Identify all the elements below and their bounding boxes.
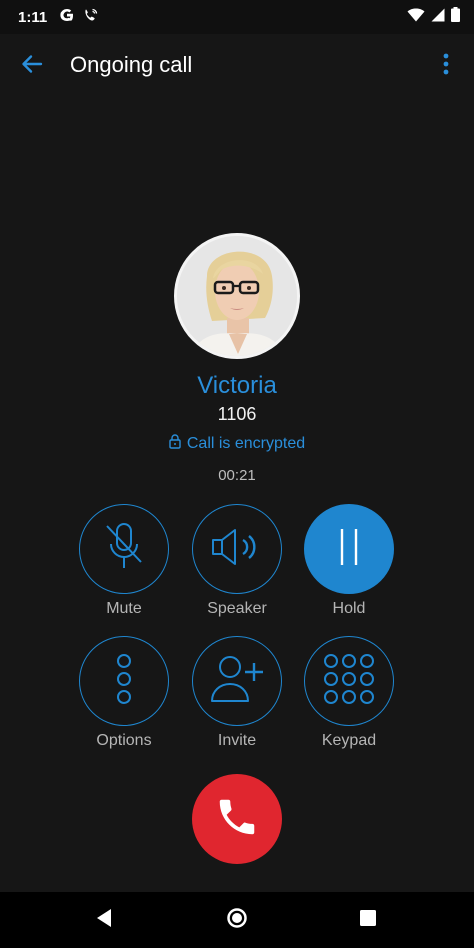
mute-label: Mute — [106, 600, 142, 617]
hold-label: Hold — [332, 600, 366, 617]
invite-label: Invite — [217, 732, 257, 749]
keypad-icon — [322, 652, 376, 711]
signal-icon — [431, 8, 445, 27]
mute-button[interactable]: Mute — [74, 504, 174, 618]
speaker-button[interactable]: Speaker — [187, 504, 287, 618]
nav-back-button[interactable] — [90, 906, 118, 934]
keypad-label: Keypad — [321, 732, 377, 749]
speaker-circle — [192, 504, 282, 594]
google-g-icon — [59, 7, 75, 28]
add-person-icon — [208, 653, 266, 710]
caller-avatar — [174, 233, 300, 359]
keypad-button[interactable]: Keypad — [299, 636, 399, 750]
system-nav-bar — [0, 892, 474, 948]
battery-icon — [451, 7, 460, 27]
microphone-off-icon — [102, 520, 146, 579]
nav-home-icon — [226, 907, 248, 934]
speaker-icon — [209, 525, 265, 574]
nav-back-icon — [95, 908, 113, 933]
status-bar: 1:11 — [0, 0, 474, 34]
nav-recents-icon — [359, 909, 377, 932]
overflow-menu-button[interactable] — [436, 52, 456, 80]
hangup-phone-icon — [214, 794, 260, 845]
nav-home-button[interactable] — [223, 906, 251, 934]
overflow-menu-icon — [443, 53, 449, 80]
status-time: 1:11 — [18, 8, 48, 26]
wifi-icon — [407, 8, 425, 27]
call-duration: 00:21 — [218, 467, 256, 484]
page-title: Ongoing call — [70, 52, 193, 77]
options-button[interactable]: Options — [74, 636, 174, 750]
encryption-status: Call is encrypted — [0, 434, 474, 454]
hold-circle — [304, 504, 394, 594]
mute-circle — [79, 504, 169, 594]
invite-button[interactable]: Invite — [187, 636, 287, 750]
back-arrow-icon — [21, 53, 43, 80]
hold-button[interactable]: Hold — [299, 504, 399, 618]
encryption-label: Call is encrypted — [186, 435, 306, 452]
caller-name: Victoria — [197, 372, 277, 399]
hangup-button[interactable] — [192, 774, 282, 864]
vertical-dots-icon — [114, 651, 134, 712]
pause-icon — [334, 525, 364, 574]
speaker-label: Speaker — [207, 600, 267, 617]
app-bar: Ongoing call — [0, 34, 474, 98]
keypad-circle — [304, 636, 394, 726]
lock-icon — [169, 434, 181, 454]
back-button[interactable] — [18, 52, 46, 80]
options-circle — [79, 636, 169, 726]
nav-recents-button[interactable] — [354, 906, 382, 934]
caller-number: 1106 — [217, 404, 257, 424]
options-label: Options — [96, 732, 152, 749]
wifi-calling-icon — [83, 7, 99, 28]
invite-circle — [192, 636, 282, 726]
